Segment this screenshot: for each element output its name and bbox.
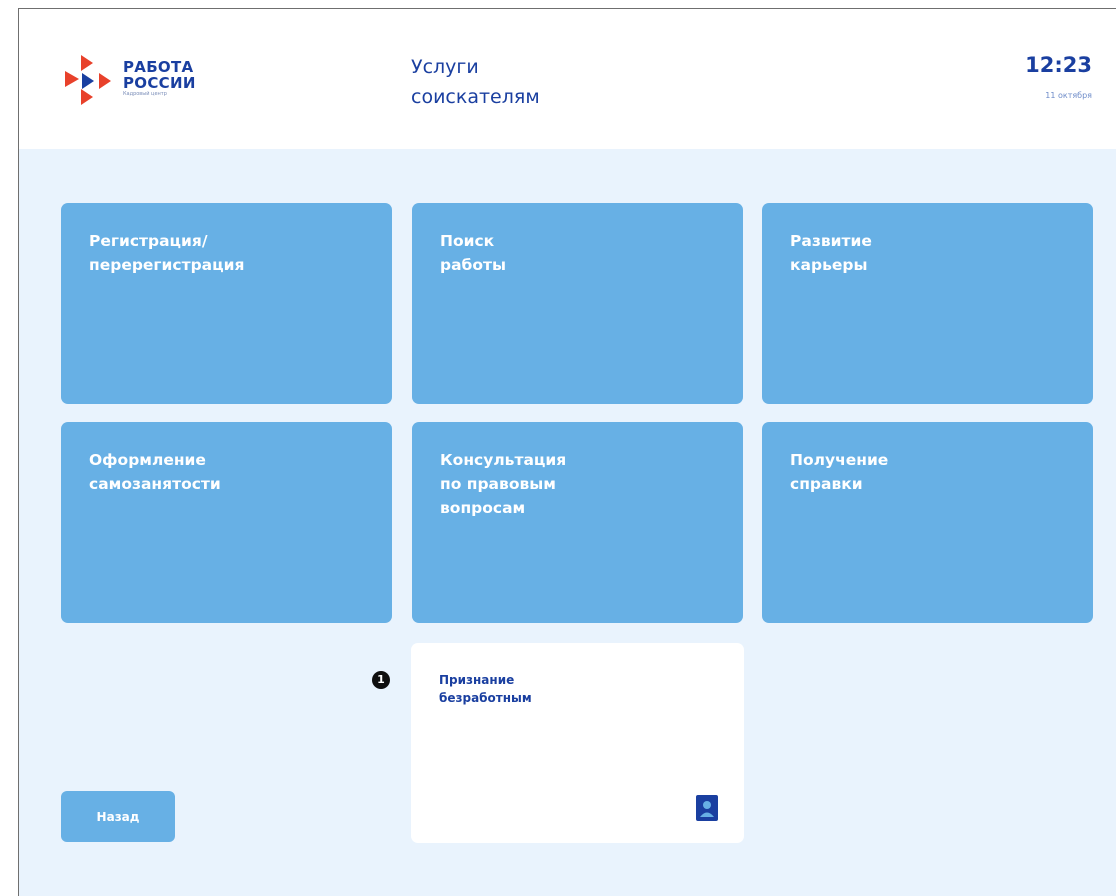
logo-text-line1: РАБОТА bbox=[123, 58, 194, 76]
tile-label-line: Оформление bbox=[89, 451, 206, 469]
tile-label-line: справки bbox=[790, 475, 863, 493]
tile-unemployment-recognition[interactable]: Признание безработным bbox=[411, 643, 744, 843]
kiosk-screen: РАБОТА РОССИИ Кадровый центр Услуги соис… bbox=[18, 8, 1116, 896]
profile-card-icon bbox=[696, 795, 718, 821]
tile-label-line: Консультация bbox=[440, 451, 567, 469]
back-button[interactable]: Назад bbox=[61, 791, 175, 842]
page-title: Услуги соискателям bbox=[411, 52, 631, 112]
clock-time: 12:23 bbox=[1025, 53, 1092, 77]
logo-arrows-icon bbox=[65, 55, 111, 105]
tile-label-line: вопросам bbox=[440, 499, 526, 517]
tile-registration[interactable]: Регистрация/ перерегистрация bbox=[61, 203, 392, 404]
tile-label-line: самозанятости bbox=[89, 475, 221, 493]
annotation-marker: 1 bbox=[372, 671, 390, 689]
tile-certificate[interactable]: Получение справки bbox=[762, 422, 1093, 623]
tile-label-line: по правовым bbox=[440, 475, 556, 493]
header: РАБОТА РОССИИ Кадровый центр Услуги соис… bbox=[19, 9, 1116, 149]
clock-date: 11 октября bbox=[1045, 91, 1092, 100]
tile-label-line: безработным bbox=[439, 691, 532, 705]
logo-subtitle: Кадровый центр bbox=[123, 91, 167, 97]
tile-label-line: Регистрация/ bbox=[89, 232, 208, 250]
tile-label-line: Развитие bbox=[790, 232, 872, 250]
tile-label-line: карьеры bbox=[790, 256, 868, 274]
tile-label-line: перерегистрация bbox=[89, 256, 245, 274]
tile-label-line: Получение bbox=[790, 451, 889, 469]
tile-job-search[interactable]: Поиск работы bbox=[412, 203, 743, 404]
tile-career-development[interactable]: Развитие карьеры bbox=[762, 203, 1093, 404]
tile-self-employment[interactable]: Оформление самозанятости bbox=[61, 422, 392, 623]
tile-label-line: Поиск bbox=[440, 232, 495, 250]
tile-label-line: работы bbox=[440, 256, 507, 274]
page-title-line1: Услуги bbox=[411, 56, 479, 78]
tile-legal-consultation[interactable]: Консультация по правовым вопросам bbox=[412, 422, 743, 623]
page-title-line2: соискателям bbox=[411, 86, 540, 108]
logo: РАБОТА РОССИИ Кадровый центр bbox=[59, 51, 219, 115]
tile-label-line: Признание bbox=[439, 673, 515, 687]
logo-text-line2: РОССИИ bbox=[123, 74, 196, 92]
